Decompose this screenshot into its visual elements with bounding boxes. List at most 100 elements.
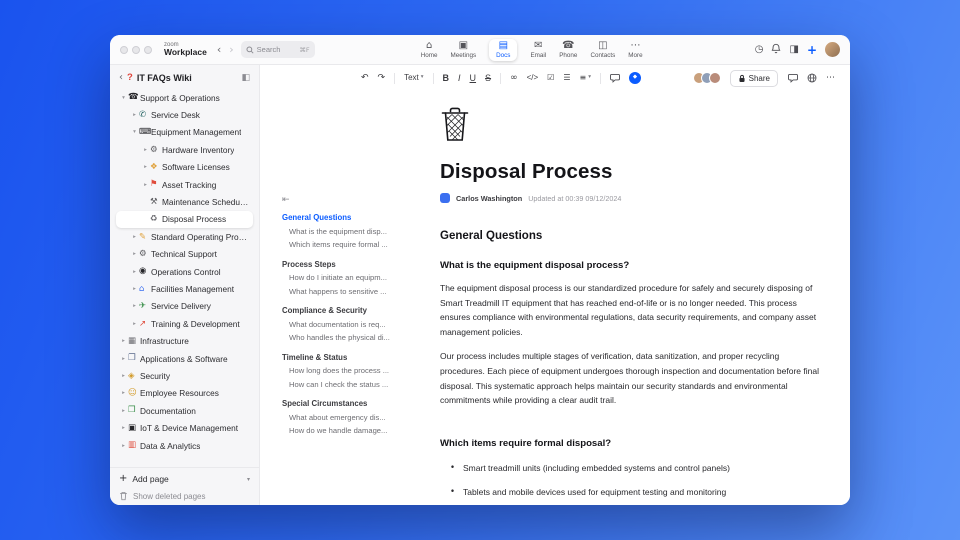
fullscreen-window-button[interactable] (144, 45, 152, 54)
comment-icon[interactable] (607, 71, 623, 85)
outline-entry[interactable]: Timeline & Status (282, 351, 402, 365)
bullet-list-icon[interactable]: ☰ (560, 72, 573, 84)
tree-item[interactable]: ♻ Disposal Process (116, 210, 253, 229)
tree-item[interactable]: ▸ ▦ Infrastructure (116, 332, 253, 349)
close-window-button[interactable] (120, 45, 128, 54)
tree-chevron-icon[interactable]: ▸ (119, 390, 128, 396)
outline-entry[interactable]: What documentation is req... (282, 318, 402, 332)
tree-item[interactable]: ▸ ✆ Service Desk (116, 106, 253, 123)
outline-entry[interactable]: Which items require formal ... (282, 238, 402, 252)
tree-chevron-icon[interactable]: ▸ (119, 338, 128, 344)
outline-entry[interactable]: General Questions (282, 211, 402, 225)
outline-entry[interactable]: Process Steps (282, 258, 402, 272)
comments-panel-icon[interactable] (785, 71, 801, 85)
nav-tab[interactable]: ⌂ Home (421, 40, 438, 59)
tree-chevron-icon[interactable]: ▸ (119, 373, 128, 379)
user-avatar[interactable] (825, 42, 840, 57)
panel-toggle-icon[interactable]: ◨ (789, 44, 798, 55)
tree-chevron-icon[interactable]: ▸ (130, 269, 139, 275)
search-input[interactable]: Search ⌘F (240, 41, 315, 58)
align-dropdown[interactable]: ≡ ▾ (576, 72, 593, 84)
tree-item[interactable]: ▸ ✎ Standard Operating Procedures (116, 228, 253, 245)
tree-item[interactable]: ▸ ❐ Applications & Software (116, 350, 253, 367)
tree-item[interactable]: ▸ ❒ Documentation (116, 402, 253, 419)
tree-item[interactable]: ▸ ↗ Training & Development (116, 315, 253, 332)
tree-item[interactable]: ▾ ⌨ Equipment Management (116, 124, 253, 141)
tree-chevron-icon[interactable]: ▸ (130, 286, 139, 292)
tree-chevron-icon[interactable]: ▸ (141, 182, 150, 188)
share-button[interactable]: Share (729, 69, 778, 87)
add-page-options-icon[interactable]: ▾ (247, 476, 250, 483)
history-icon[interactable]: ◷ (755, 44, 764, 55)
nav-forward-button[interactable]: › (228, 44, 234, 55)
collapse-outline-icon[interactable]: ⇤ (282, 195, 402, 205)
outline-entry[interactable]: Who handles the physical di... (282, 331, 402, 345)
tree-item[interactable]: ▸ ❖ Software Licenses (116, 159, 253, 176)
outline-entry[interactable]: What about emergency dis... (282, 411, 402, 425)
tree-item[interactable]: ▸ ✈ Service Delivery (116, 298, 253, 315)
underline-button[interactable]: U (467, 72, 480, 85)
tree-item[interactable]: ▸ ◉ Operations Control (116, 263, 253, 280)
tree-item[interactable]: ▸ ◈ Security (116, 367, 253, 384)
ai-companion-plus-icon[interactable]: + (807, 44, 817, 56)
tree-chevron-icon[interactable]: ▸ (119, 425, 128, 431)
nav-tab[interactable]: ▣ Meetings (451, 40, 477, 59)
tree-chevron-icon[interactable]: ▸ (141, 164, 150, 170)
tree-item[interactable]: ▸ ⚙ Hardware Inventory (116, 141, 253, 158)
tree-chevron-icon[interactable]: ▸ (119, 443, 128, 449)
outline-entry[interactable]: What happens to sensitive ... (282, 285, 402, 299)
checklist-icon[interactable]: ☑ (544, 72, 557, 84)
bullet-item[interactable]: • Tablets and mobile devices used for eq… (440, 486, 824, 499)
paragraph-1[interactable]: The equipment disposal process is our st… (440, 281, 824, 339)
text-style-dropdown[interactable]: Text ▾ (401, 72, 426, 84)
tree-item[interactable]: ▸ ⚙ Technical Support (116, 246, 253, 263)
tree-chevron-icon[interactable]: ▸ (130, 251, 139, 257)
tree-chevron-icon[interactable]: ▸ (119, 356, 128, 362)
tree-item[interactable]: ▸ ☺ Employee Resources (116, 385, 253, 402)
question-heading-1[interactable]: What is the equipment disposal process? (440, 260, 824, 271)
wiki-back-icon[interactable]: ‹ (119, 72, 123, 83)
outline-entry[interactable]: How do I initiate an equipm... (282, 271, 402, 285)
publish-web-icon[interactable] (804, 71, 820, 85)
document-body[interactable]: Disposal Process Carlos Washington Updat… (440, 91, 824, 505)
more-options-icon[interactable]: ⋯ (823, 72, 838, 85)
tree-item[interactable]: ⚒ Maintenance Schedules (116, 193, 253, 210)
tree-chevron-icon[interactable]: ▾ (130, 129, 139, 135)
paragraph-2[interactable]: Our process includes multiple stages of … (440, 349, 824, 407)
section-heading[interactable]: General Questions (440, 230, 824, 242)
outline-entry[interactable]: Compliance & Security (282, 304, 402, 318)
show-deleted-pages-button[interactable]: Show deleted pages (119, 491, 250, 501)
redo-button[interactable]: ↷ (375, 72, 389, 85)
outline-entry[interactable]: How long does the process ... (282, 364, 402, 378)
add-page-button[interactable]: + Add page ▾ (119, 474, 250, 485)
strikethrough-button[interactable]: S (482, 72, 494, 85)
page-title[interactable]: Disposal Process (440, 160, 824, 184)
sidebar-collapse-icon[interactable]: ◧ (241, 73, 250, 83)
outline-entry[interactable]: Special Circumstances (282, 397, 402, 411)
code-icon[interactable]: </> (524, 72, 542, 84)
nav-tab[interactable]: ⋯ More (628, 40, 642, 59)
tree-chevron-icon[interactable]: ▸ (130, 303, 139, 309)
question-heading-2[interactable]: Which items require formal disposal? (440, 438, 824, 449)
nav-tab[interactable]: ☎ Phone (559, 40, 577, 59)
nav-tab[interactable]: ◫ Contacts (590, 40, 615, 59)
tree-item[interactable]: ▸ ▣ IoT & Device Management (116, 419, 253, 436)
notifications-icon[interactable] (771, 41, 781, 59)
minimize-window-button[interactable] (132, 45, 140, 54)
tree-chevron-icon[interactable]: ▸ (119, 408, 128, 414)
bullet-item[interactable]: • Smart treadmill units (including embed… (440, 462, 824, 475)
link-icon[interactable]: ∞ (507, 72, 521, 85)
tree-chevron-icon[interactable]: ▸ (130, 112, 139, 118)
tree-chevron-icon[interactable]: ▸ (141, 147, 150, 153)
tree-item[interactable]: ▾ ☎ Support & Operations (116, 89, 253, 106)
bold-button[interactable]: B (440, 72, 453, 85)
ai-companion-button[interactable]: ◆ (626, 70, 644, 86)
collaborator-avatar[interactable] (708, 72, 721, 84)
undo-button[interactable]: ↶ (358, 72, 372, 85)
outline-entry[interactable]: How do we handle damage... (282, 424, 402, 438)
tree-item[interactable]: ▸ ▥ Data & Analytics (116, 437, 253, 454)
tree-chevron-icon[interactable]: ▾ (119, 95, 128, 101)
bullet-list[interactable]: • Smart treadmill units (including embed… (440, 462, 824, 505)
tree-chevron-icon[interactable]: ▸ (130, 234, 139, 240)
nav-tab[interactable]: ✉ Email (530, 40, 546, 59)
